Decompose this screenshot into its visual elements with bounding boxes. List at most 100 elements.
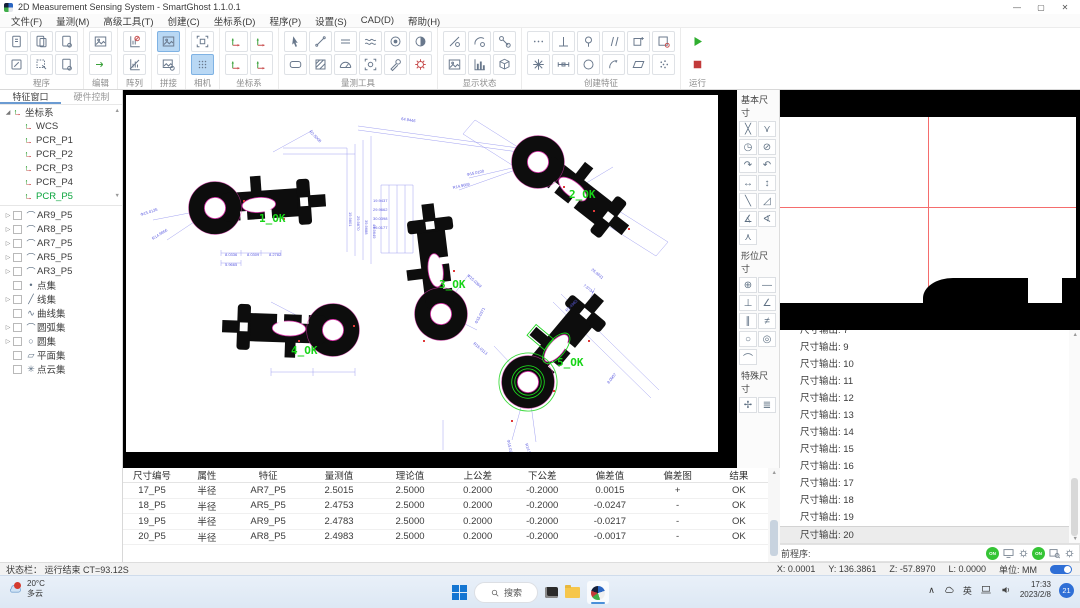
- circle-tool-button[interactable]: [384, 31, 407, 52]
- basic-dim-tool-7[interactable]: ↔: [739, 175, 757, 191]
- expander-icon[interactable]: ▷: [3, 296, 13, 303]
- output-list-item[interactable]: 尺寸输出: 7: [780, 330, 1080, 339]
- menu-program[interactable]: 程序(P): [262, 14, 308, 28]
- menu-measure[interactable]: 量测(M): [49, 14, 96, 28]
- roundness-tool[interactable]: ○: [739, 331, 757, 347]
- expander-icon[interactable]: ▷: [3, 226, 13, 233]
- tree-item-ar8[interactable]: ▷ ⌒ AR8_P5: [0, 222, 122, 236]
- special-dim-tool-1[interactable]: ✢: [739, 397, 757, 413]
- scrollbar-thumb[interactable]: [1071, 478, 1078, 536]
- concentricity-tool[interactable]: ◎: [758, 331, 776, 347]
- array-on-button[interactable]: [123, 31, 146, 52]
- tree-scroll-down-icon[interactable]: ▼: [115, 193, 120, 199]
- output-list-scrollbar[interactable]: ▲ ▼: [1069, 330, 1080, 544]
- slot-tool-button[interactable]: [284, 54, 307, 75]
- taskbar-search[interactable]: 搜索: [474, 582, 538, 603]
- expander-icon[interactable]: ▷: [3, 212, 13, 219]
- tree-item-pcr-p3[interactable]: PCR_P3: [0, 161, 122, 175]
- show-chart-button[interactable]: [468, 54, 491, 75]
- create-star-point-button[interactable]: [527, 54, 550, 75]
- table-row[interactable]: 18_P5半径AR5_P5 2.47532.50000.2000 -0.2000…: [123, 499, 768, 515]
- scroll-up-icon[interactable]: ▲: [772, 470, 777, 476]
- visibility-checkbox[interactable]: [13, 323, 22, 332]
- expander-icon[interactable]: ▷: [3, 324, 13, 331]
- tree-item-ar3[interactable]: ▷ ⌒ AR3_P5: [0, 264, 122, 278]
- gauge-tool-button[interactable]: [334, 54, 357, 75]
- monitor-icon[interactable]: [1002, 547, 1015, 560]
- close-button[interactable]: ✕: [1054, 0, 1076, 14]
- tree-item-plane-set[interactable]: ▱ 平面集: [0, 348, 122, 362]
- show-image-button[interactable]: [443, 54, 466, 75]
- menu-help[interactable]: 帮助(H): [401, 14, 447, 28]
- gear-icon[interactable]: [1018, 548, 1029, 559]
- repair-tool-button[interactable]: [384, 54, 407, 75]
- smartghost-app-button[interactable]: [587, 581, 609, 604]
- create-distance-button[interactable]: [552, 54, 575, 75]
- symmetry-tool[interactable]: ≠: [758, 313, 776, 329]
- line-tool-button[interactable]: [309, 31, 332, 52]
- col-dimension-id[interactable]: 尺寸编号: [123, 468, 181, 482]
- output-list-item[interactable]: 尺寸输出: 10: [780, 356, 1080, 373]
- array-off-button[interactable]: [123, 54, 146, 75]
- menu-coordinate[interactable]: 坐标系(D): [207, 14, 263, 28]
- col-deviation-chart[interactable]: 偏差图: [645, 468, 710, 482]
- visibility-checkbox[interactable]: [13, 211, 22, 220]
- visibility-checkbox[interactable]: [13, 365, 22, 374]
- toggle-on-badge-1[interactable]: ON: [986, 547, 999, 560]
- create-mirror-button[interactable]: [602, 31, 625, 52]
- col-theoretical-value[interactable]: 理论值: [375, 468, 446, 482]
- tree-scroll-up-icon[interactable]: ▲: [115, 108, 120, 114]
- onedrive-icon[interactable]: [943, 584, 955, 596]
- menu-settings[interactable]: 设置(S): [308, 14, 354, 28]
- tree-item-point-set[interactable]: • 点集: [0, 278, 122, 292]
- tree-item-pcr-p2[interactable]: PCR_P2: [0, 147, 122, 161]
- image-search-icon[interactable]: [1048, 547, 1061, 560]
- basic-dim-tool-5[interactable]: ↷: [739, 157, 757, 173]
- tree-item-wcs[interactable]: WCS: [0, 119, 122, 133]
- tree-item-pcr-p1[interactable]: PCR_P1: [0, 133, 122, 147]
- expander-icon[interactable]: ◢: [3, 109, 13, 116]
- save-program-button[interactable]: [55, 31, 78, 52]
- coordinate-create-button[interactable]: [225, 31, 248, 52]
- basic-dim-tool-1[interactable]: ╳: [739, 121, 757, 137]
- create-point-button[interactable]: [527, 31, 550, 52]
- show-3d-button[interactable]: [493, 54, 516, 75]
- create-offset-button[interactable]: [627, 31, 650, 52]
- menu-cad[interactable]: CAD(D): [354, 15, 401, 26]
- perpendicularity-tool[interactable]: ⊥: [739, 295, 757, 311]
- col-measured-value[interactable]: 量测值: [304, 468, 375, 482]
- create-arc-button[interactable]: [602, 54, 625, 75]
- table-row[interactable]: 17_P5半径AR7_P5 2.50152.50000.2000 -0.2000…: [123, 483, 768, 499]
- run-button[interactable]: [686, 31, 709, 52]
- parallelism-tool[interactable]: ∥: [739, 313, 757, 329]
- new-program-button[interactable]: [5, 31, 28, 52]
- parallel-tool-button[interactable]: [334, 31, 357, 52]
- basic-dim-tool-10[interactable]: ◿: [758, 193, 776, 209]
- visibility-checkbox[interactable]: [13, 281, 22, 290]
- basic-dim-tool-9[interactable]: ╲: [739, 193, 757, 209]
- col-deviation[interactable]: 偏差值: [574, 468, 645, 482]
- focus-tool-button[interactable]: [359, 54, 382, 75]
- output-list-item-selected[interactable]: 尺寸输出: 20: [780, 526, 1080, 543]
- tree-item-ar7[interactable]: ▷ ⌒ AR7_P5: [0, 236, 122, 250]
- output-list-item[interactable]: 尺寸输出: 19: [780, 509, 1080, 526]
- pick-tool-button[interactable]: [284, 31, 307, 52]
- profile-tool[interactable]: ⌒: [739, 349, 757, 365]
- notification-count-badge[interactable]: 21: [1059, 583, 1074, 598]
- tree-item-pcr-p5-selected[interactable]: PCR_P5: [0, 189, 122, 203]
- menu-file[interactable]: 文件(F): [4, 14, 49, 28]
- edit-image-button[interactable]: [89, 31, 112, 52]
- visibility-checkbox[interactable]: [13, 253, 22, 262]
- visibility-checkbox[interactable]: [13, 239, 22, 248]
- tree-root-row[interactable]: ◢ 坐标系: [0, 105, 122, 119]
- show-tools-button[interactable]: [493, 31, 516, 52]
- tree-item-arc-set[interactable]: ▷ ⌒ 圆弧集: [0, 320, 122, 334]
- visibility-checkbox[interactable]: [13, 309, 22, 318]
- basic-dim-tool-6[interactable]: ↶: [758, 157, 776, 173]
- tree-item-ar5[interactable]: ▷ ⌒ AR5_P5: [0, 250, 122, 264]
- table-row[interactable]: 20_P5半径AR8_P5 2.49832.50000.2000 -0.2000…: [123, 530, 768, 546]
- unit-toggle[interactable]: [1050, 565, 1072, 574]
- output-list-item[interactable]: 尺寸输出: 12: [780, 390, 1080, 407]
- basic-dim-tool-12[interactable]: ∢: [758, 211, 776, 227]
- visibility-checkbox[interactable]: [13, 267, 22, 276]
